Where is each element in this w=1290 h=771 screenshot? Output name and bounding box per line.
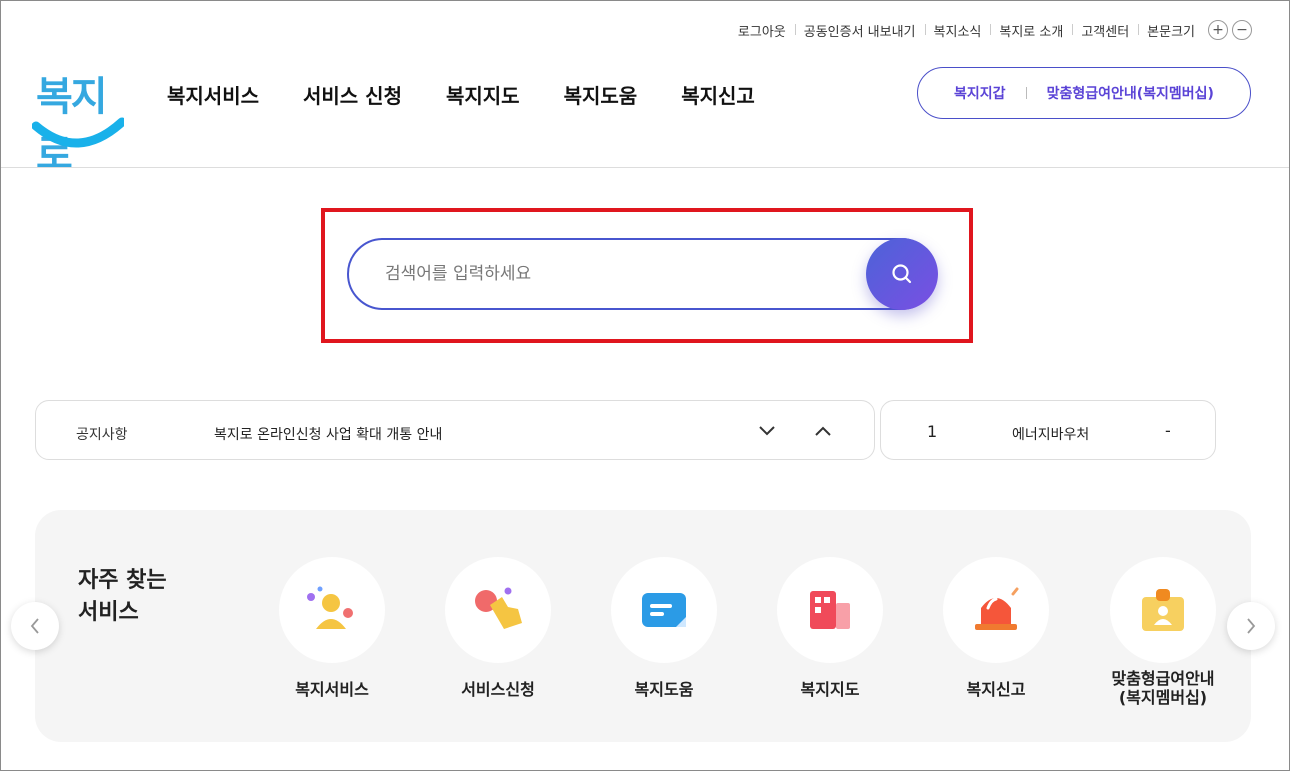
header-divider: [1, 167, 1289, 168]
rank-number: 1: [927, 422, 938, 441]
welfare-news-link[interactable]: 복지소식: [924, 21, 991, 40]
logout-link[interactable]: 로그아웃: [729, 21, 795, 40]
frequent-services-panel: 자주 찾는 서비스 복지서비스 서비스신청 복지도움 복지지도 복지신고 맞춤형…: [35, 510, 1251, 742]
zoom-in-button[interactable]: +: [1208, 20, 1228, 40]
notice-prev-button[interactable]: [811, 419, 835, 443]
search-button[interactable]: [866, 238, 938, 310]
notice-label: 공지사항: [76, 427, 128, 443]
siren-icon: [943, 557, 1049, 663]
nav-welfare-report[interactable]: 복지신고: [681, 80, 755, 109]
service-report[interactable]: 복지신고: [926, 557, 1066, 699]
search-box: [347, 238, 937, 310]
utility-bar: 로그아웃 공동인증서 내보내기 복지소식 복지로 소개 고객센터 본문크기 + …: [729, 20, 1252, 40]
hand-tap-icon: [445, 557, 551, 663]
welfare-wallet-link[interactable]: 복지지갑: [954, 83, 1006, 103]
service-apply[interactable]: 서비스신청: [428, 557, 568, 699]
document-icon: [611, 557, 717, 663]
service-map[interactable]: 복지지도: [760, 557, 900, 699]
service-membership[interactable]: 맞춤형급여안내 (복지멤버십): [1093, 557, 1233, 707]
building-icon: [777, 557, 883, 663]
service-label: 복지신고: [966, 680, 1026, 699]
service-label: 서비스신청: [461, 680, 535, 699]
pill-divider: [1025, 87, 1027, 99]
chevron-left-icon: [30, 618, 39, 634]
main-nav: 복지서비스 서비스 신청 복지지도 복지도움 복지신고: [167, 80, 799, 109]
welfare-membership-link[interactable]: 맞춤형급여안내(복지멤버십): [1047, 83, 1214, 103]
person-icon: [279, 557, 385, 663]
logo-smile-icon: [32, 117, 124, 148]
service-help[interactable]: 복지도움: [594, 557, 734, 699]
logo[interactable]: 복지로: [32, 64, 124, 178]
service-label: 복지도움: [634, 680, 694, 699]
popular-keyword-box[interactable]: 1 에너지바우처 -: [880, 400, 1216, 460]
frequent-services-title: 자주 찾는 서비스: [78, 568, 167, 625]
service-welfare[interactable]: 복지서비스: [262, 557, 402, 699]
search-input[interactable]: [385, 256, 855, 292]
service-label: 복지지도: [800, 680, 860, 699]
notice-next-button[interactable]: [755, 419, 779, 443]
id-card-icon: [1110, 557, 1216, 663]
carousel-prev-button[interactable]: [11, 602, 59, 650]
notice-link[interactable]: 복지로 온라인신청 사업 확대 개통 안내: [214, 424, 442, 444]
nav-welfare-help[interactable]: 복지도움: [564, 80, 638, 109]
service-label: 복지서비스: [295, 680, 369, 699]
carousel-next-button[interactable]: [1227, 602, 1275, 650]
quick-pill: 복지지갑 맞춤형급여안내(복지멤버십): [917, 67, 1251, 119]
search-icon: [892, 264, 912, 284]
chevron-up-icon: [815, 426, 831, 436]
rank-keyword: 에너지바우처: [1012, 427, 1090, 443]
service-label: 맞춤형급여안내 (복지멤버십): [1111, 669, 1215, 707]
zoom-out-button[interactable]: −: [1232, 20, 1252, 40]
nav-service-apply[interactable]: 서비스 신청: [303, 80, 402, 109]
nav-welfare-service[interactable]: 복지서비스: [167, 80, 259, 109]
rank-change: -: [1165, 421, 1171, 440]
chevron-down-icon: [759, 426, 775, 436]
notice-bar: 공지사항 복지로 온라인신청 사업 확대 개통 안내: [35, 400, 875, 460]
customer-center-link[interactable]: 고객센터: [1072, 21, 1138, 40]
text-size-label: 본문크기: [1138, 21, 1204, 40]
chevron-right-icon: [1247, 618, 1256, 634]
nav-welfare-map[interactable]: 복지지도: [446, 80, 520, 109]
certificate-export-link[interactable]: 공동인증서 내보내기: [794, 21, 925, 40]
about-link[interactable]: 복지로 소개: [990, 21, 1072, 40]
